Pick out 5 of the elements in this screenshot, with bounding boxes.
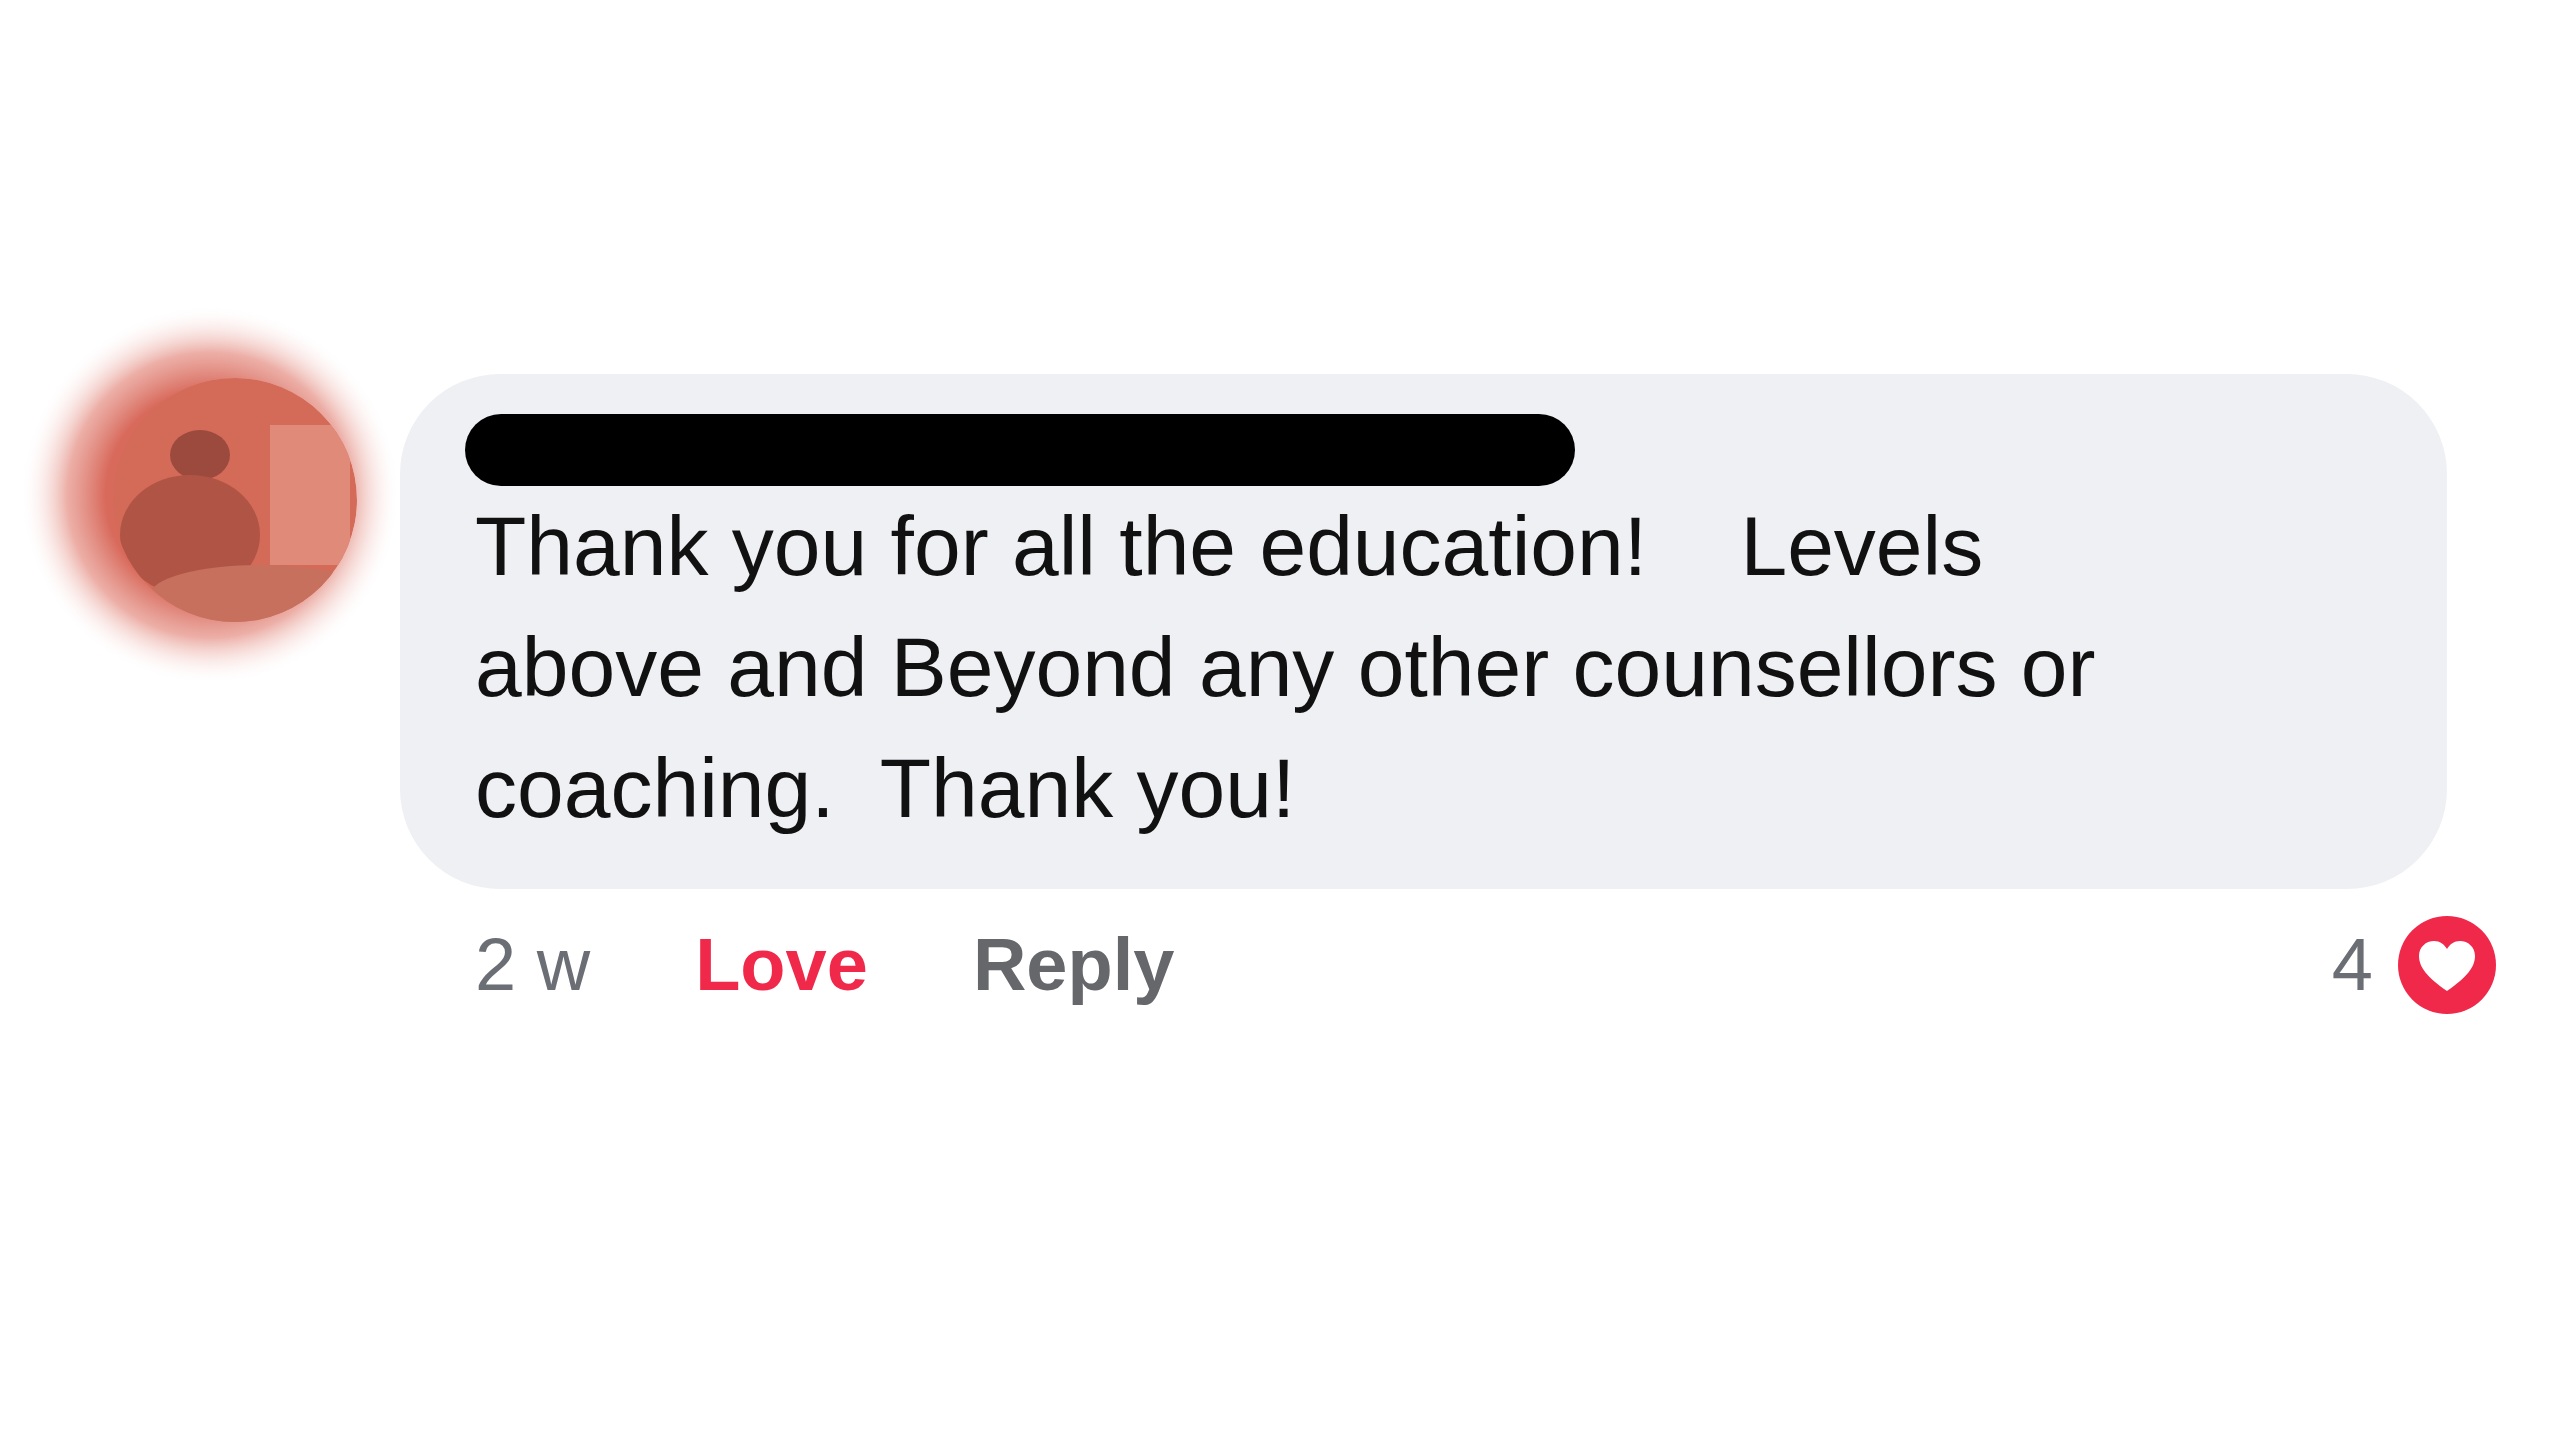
timestamp: 2 w bbox=[475, 922, 591, 1008]
comment-text: Thank you for all the education! Levels above and Beyond any other counsellors or coaching. Thank you! bbox=[475, 498, 2097, 837]
reaction-count: 4 bbox=[2331, 922, 2373, 1008]
reply-button[interactable]: Reply bbox=[972, 909, 1175, 1020]
love-button[interactable]: Love bbox=[695, 909, 868, 1020]
